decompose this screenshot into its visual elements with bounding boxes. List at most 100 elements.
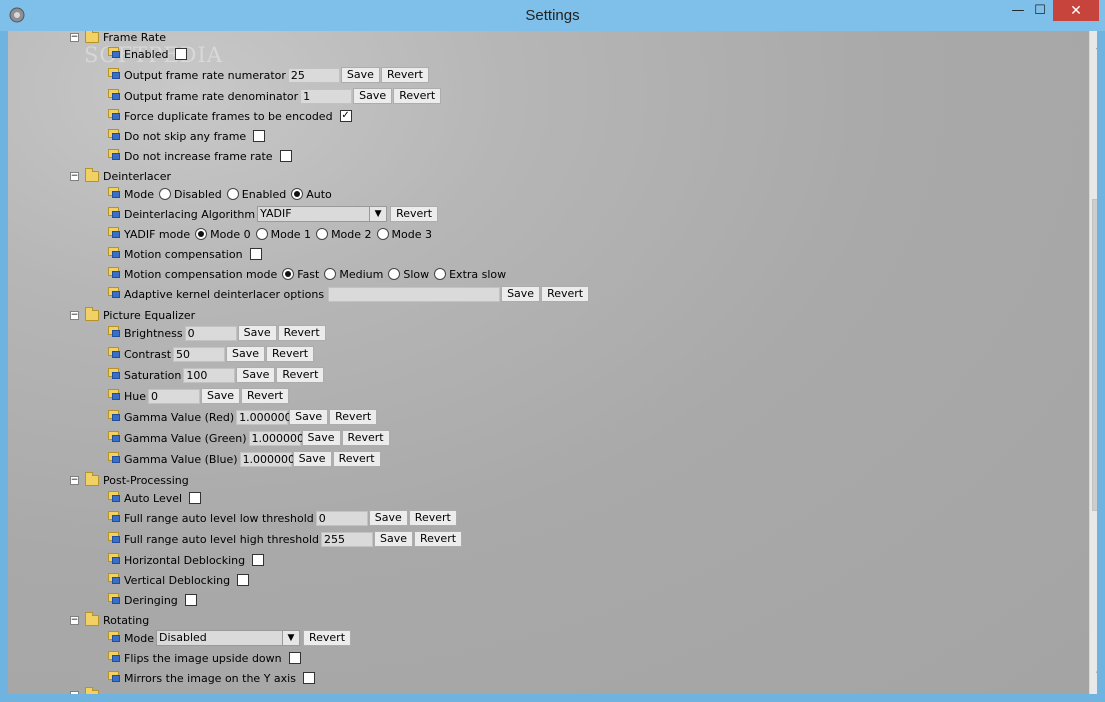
folder-icon (85, 167, 99, 182)
maximize-icon: ☐ (1034, 3, 1046, 18)
section-deinterlacer[interactable]: − Deinterlacer (70, 166, 171, 186)
save-button[interactable]: Save (368, 510, 408, 526)
save-button[interactable]: Save (289, 409, 329, 425)
revert-button[interactable]: Revert (302, 630, 352, 646)
mode-disabled-radio[interactable] (158, 188, 171, 200)
setting-icon (108, 366, 121, 379)
enabled-checkbox[interactable] (175, 48, 188, 60)
save-button[interactable]: Save (236, 367, 276, 383)
deringing-checkbox[interactable] (184, 594, 197, 606)
yadif-mode1-radio[interactable] (255, 228, 268, 240)
setting-label: Full range auto level low threshold (124, 511, 314, 525)
setting-deint-algorithm: Deinterlacing Algorithm YADIF ▼ Revert (108, 204, 439, 224)
auto-level-checkbox[interactable] (189, 492, 202, 504)
save-button[interactable]: Save (340, 67, 380, 83)
setting-gamma-blue: Gamma Value (Blue) 1.000000 Save Revert (108, 449, 381, 469)
gamma-red-input[interactable]: 1.000000 (236, 409, 292, 425)
revert-button[interactable]: Revert (341, 430, 390, 446)
no-skip-checkbox[interactable] (253, 130, 266, 142)
save-button[interactable]: Save (301, 430, 341, 446)
setting-label: Horizontal Deblocking (124, 553, 246, 567)
setting-vdeblock: Vertical Deblocking (108, 570, 250, 590)
revert-button[interactable]: Revert (408, 510, 457, 526)
gamma-blue-input[interactable]: 1.000000 (239, 451, 295, 467)
force-duplicate-checkbox[interactable]: ✓ (339, 110, 352, 122)
revert-button[interactable]: Revert (332, 451, 381, 467)
collapse-icon[interactable]: − (70, 32, 79, 42)
section-label: Picture Equalizer (103, 308, 196, 322)
revert-button[interactable]: Revert (241, 388, 290, 404)
yadif-mode0-radio[interactable] (195, 228, 208, 240)
section-picture-equalizer[interactable]: − Picture Equalizer (70, 305, 195, 325)
radio-label: Auto (306, 187, 332, 201)
mode-auto-radio[interactable] (291, 188, 304, 200)
save-button[interactable]: Save (292, 451, 332, 467)
collapse-icon[interactable]: − (70, 615, 79, 625)
scroll-thumb[interactable] (1092, 199, 1097, 511)
save-button[interactable]: Save (201, 388, 241, 404)
section-rotating[interactable]: − Rotating (70, 610, 149, 630)
no-increase-checkbox[interactable] (279, 150, 292, 162)
yadif-mode2-radio[interactable] (316, 228, 329, 240)
revert-button[interactable]: Revert (393, 88, 442, 104)
save-button[interactable]: Save (353, 88, 393, 104)
mode-enabled-radio[interactable] (226, 188, 239, 200)
setting-icon (108, 285, 121, 298)
revert-button[interactable]: Revert (414, 531, 463, 547)
revert-button[interactable]: Revert (380, 67, 429, 83)
chevron-down-icon: ▼ (281, 631, 299, 645)
window-border (0, 694, 1105, 702)
close-button[interactable]: ✕ (1053, 0, 1099, 21)
save-button[interactable]: Save (226, 346, 266, 362)
motion-medium-radio[interactable] (324, 268, 337, 280)
select-value: Disabled (158, 631, 207, 644)
revert-button[interactable]: Revert (390, 206, 439, 222)
scroll-up-button[interactable]: ⌃ (1090, 43, 1097, 60)
numerator-input[interactable]: 25 (287, 67, 340, 83)
motion-extra-slow-radio[interactable] (434, 268, 447, 280)
save-button[interactable]: Save (501, 286, 541, 302)
setting-label: Deringing (124, 593, 178, 607)
algorithm-select[interactable]: YADIF ▼ (257, 206, 388, 222)
motion-fast-radio[interactable] (282, 268, 295, 280)
scroll-down-button[interactable]: ⌄ (1090, 663, 1097, 680)
setting-label: Mode (124, 631, 154, 645)
low-threshold-input[interactable]: 0 (315, 510, 368, 526)
revert-button[interactable]: Revert (541, 286, 590, 302)
save-button[interactable]: Save (237, 325, 277, 341)
section-post-processing[interactable]: − Post-Processing (70, 470, 189, 490)
revert-button[interactable]: Revert (266, 346, 315, 362)
gamma-green-input[interactable]: 1.000000 (248, 430, 304, 446)
close-icon: ✕ (1070, 2, 1082, 19)
revert-button[interactable]: Revert (276, 367, 325, 383)
collapse-icon[interactable]: − (70, 310, 79, 320)
setting-contrast: Contrast 50 Save Revert (108, 344, 315, 364)
collapse-icon[interactable]: − (70, 475, 79, 485)
save-button[interactable]: Save (373, 531, 413, 547)
maximize-button[interactable]: ☐ (1027, 0, 1053, 21)
revert-button[interactable]: Revert (329, 409, 378, 425)
vdeblock-checkbox[interactable] (237, 574, 250, 586)
hdeblock-checkbox[interactable] (252, 554, 265, 566)
mirror-checkbox[interactable] (302, 672, 315, 684)
setting-icon (108, 324, 121, 337)
yadif-mode3-radio[interactable] (376, 228, 389, 240)
contrast-input[interactable]: 50 (173, 346, 226, 362)
revert-button[interactable]: Revert (277, 325, 326, 341)
saturation-input[interactable]: 100 (183, 367, 236, 383)
motion-slow-radio[interactable] (388, 268, 401, 280)
motion-comp-checkbox[interactable] (249, 248, 262, 260)
denominator-input[interactable]: 1 (300, 88, 353, 104)
vertical-scrollbar[interactable]: ⌃ ⌄ (1089, 31, 1097, 694)
setting-label: Do not skip any frame (124, 129, 247, 143)
high-threshold-input[interactable]: 255 (320, 531, 373, 547)
brightness-input[interactable]: 0 (184, 325, 237, 341)
minimize-icon: — (1011, 3, 1025, 18)
section-next-partial[interactable] (70, 685, 103, 694)
hue-input[interactable]: 0 (148, 388, 201, 404)
collapse-icon[interactable]: − (70, 171, 79, 181)
settings-tree: SOFTPEDIA − Frame Rate Enabled Output fr… (8, 31, 1097, 694)
adaptive-input[interactable] (328, 286, 501, 302)
flip-checkbox[interactable] (288, 652, 301, 664)
rotate-mode-select[interactable]: Disabled ▼ (155, 630, 300, 646)
